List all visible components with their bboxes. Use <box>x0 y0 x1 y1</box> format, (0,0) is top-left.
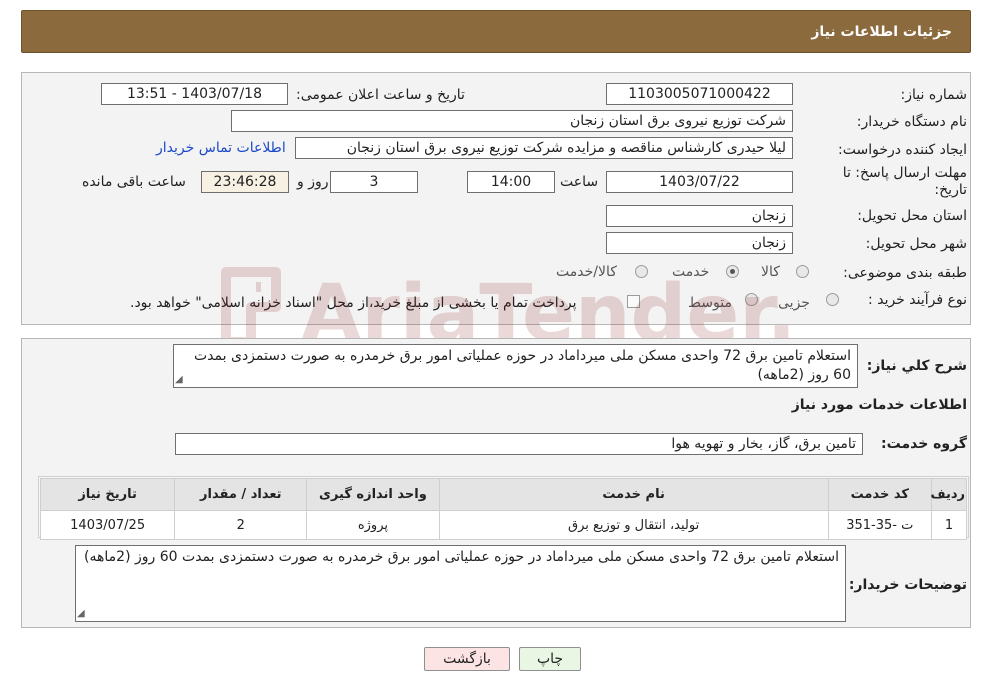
remaining-time-field: 23:46:28 <box>201 171 289 193</box>
resize-grip-icon: ◢ <box>175 374 183 385</box>
col-row-number: ردیف <box>930 478 968 511</box>
deadline-days-field[interactable]: 3 <box>330 171 418 193</box>
cell-unit: پروژه <box>306 510 440 540</box>
category-label: طبقه بندی موضوعی: <box>843 265 967 281</box>
delivery-province-field[interactable]: زنجان <box>606 205 793 227</box>
col-service-name: نام خدمت <box>438 478 829 511</box>
requester-label: ایجاد کننده درخواست: <box>838 142 967 158</box>
category-service-label: خدمت <box>672 264 710 280</box>
cell-service-code: ت -35-351 <box>827 510 932 540</box>
requester-field[interactable]: لیلا حیدری کارشناس مناقصه و مزایده شرکت … <box>295 137 793 159</box>
days-label: روز و <box>297 174 329 190</box>
remaining-label: ساعت باقی مانده <box>82 174 186 190</box>
resize-grip-icon: ◢ <box>77 608 85 619</box>
announce-datetime-label: تاریخ و ساعت اعلان عمومی: <box>296 87 465 103</box>
summary-label: شرح كلي نياز: <box>866 358 967 374</box>
category-goods-service-radio[interactable] <box>635 265 648 278</box>
delivery-city-field[interactable]: زنجان <box>606 232 793 254</box>
page-title: جزئیات اطلاعات نیاز <box>811 24 952 40</box>
category-goods-service-label: کالا/خدمت <box>556 264 617 280</box>
category-service-radio[interactable] <box>726 265 739 278</box>
back-button[interactable]: بازگشت <box>424 647 510 671</box>
cell-service-name: تولید، انتقال و توزیع برق <box>438 510 829 540</box>
service-group-label: گروه خدمت: <box>881 436 967 452</box>
category-goods-label: کالا <box>761 264 780 280</box>
deadline-label: مهلت ارسال پاسخ: تا <box>842 165 967 181</box>
col-service-code: کد خدمت <box>827 478 932 511</box>
process-minor-radio[interactable] <box>826 293 839 306</box>
services-table: ردیف کد خدمت نام خدمت واحد اندازه گیری ت… <box>39 478 968 540</box>
services-section-title: اطلاعات خدمات مورد نیاز <box>791 397 967 413</box>
buyer-org-field[interactable]: شرکت توزیع نیروی برق استان زنجان <box>231 110 793 132</box>
cell-need-date: 1403/07/25 <box>39 510 176 540</box>
delivery-province-label: استان محل تحویل: <box>857 208 967 224</box>
cell-row-number: 1 <box>930 510 968 540</box>
col-unit: واحد اندازه گیری <box>306 478 440 511</box>
process-medium-radio[interactable] <box>745 293 758 306</box>
table-row[interactable]: 1 ت -35-351 تولید، انتقال و توزیع برق پر… <box>39 510 968 540</box>
delivery-city-label: شهر محل تحویل: <box>865 236 967 252</box>
category-goods-radio[interactable] <box>796 265 809 278</box>
treasury-payment-checkbox[interactable] <box>627 295 640 308</box>
deadline-label-date: تاریخ: <box>934 182 967 198</box>
cell-quantity: 2 <box>174 510 308 540</box>
deadline-date-field[interactable]: 1403/07/22 <box>606 171 793 193</box>
treasury-payment-note: پرداخت تمام یا بخشی از مبلغ خرید،از محل … <box>130 295 577 311</box>
deadline-time-field[interactable]: 14:00 <box>467 171 555 193</box>
page-header: جزئیات اطلاعات نیاز <box>21 10 971 53</box>
summary-textarea[interactable]: استعلام تامین برق 72 واحدی مسکن ملی میرد… <box>173 344 858 388</box>
col-need-date: تاریخ نیاز <box>39 478 176 511</box>
announce-datetime-field[interactable]: 1403/07/18 - 13:51 <box>101 83 288 105</box>
need-number-label: شماره نیاز: <box>900 87 968 103</box>
process-type-label: نوع فرآیند خرید : <box>868 292 967 308</box>
deadline-time-label: ساعت <box>560 174 599 190</box>
buyer-notes-textarea[interactable]: استعلام تامین برق 72 واحدی مسکن ملی میرد… <box>75 545 846 622</box>
need-number-field[interactable]: 1103005071000422 <box>606 83 793 105</box>
col-quantity: تعداد / مقدار <box>174 478 308 511</box>
buyer-org-label: نام دستگاه خریدار: <box>856 114 967 130</box>
buyer-contact-link[interactable]: اطلاعات تماس خریدار <box>156 140 286 156</box>
table-header-row: ردیف کد خدمت نام خدمت واحد اندازه گیری ت… <box>39 478 968 511</box>
process-medium-label: متوسط <box>688 295 732 311</box>
buyer-notes-label: توضیحات خریدار: <box>848 577 967 593</box>
print-button[interactable]: چاپ <box>519 647 581 671</box>
process-minor-label: جزیی <box>778 295 810 311</box>
service-group-field[interactable]: تامین برق، گاز، بخار و تهویه هوا <box>175 433 863 455</box>
